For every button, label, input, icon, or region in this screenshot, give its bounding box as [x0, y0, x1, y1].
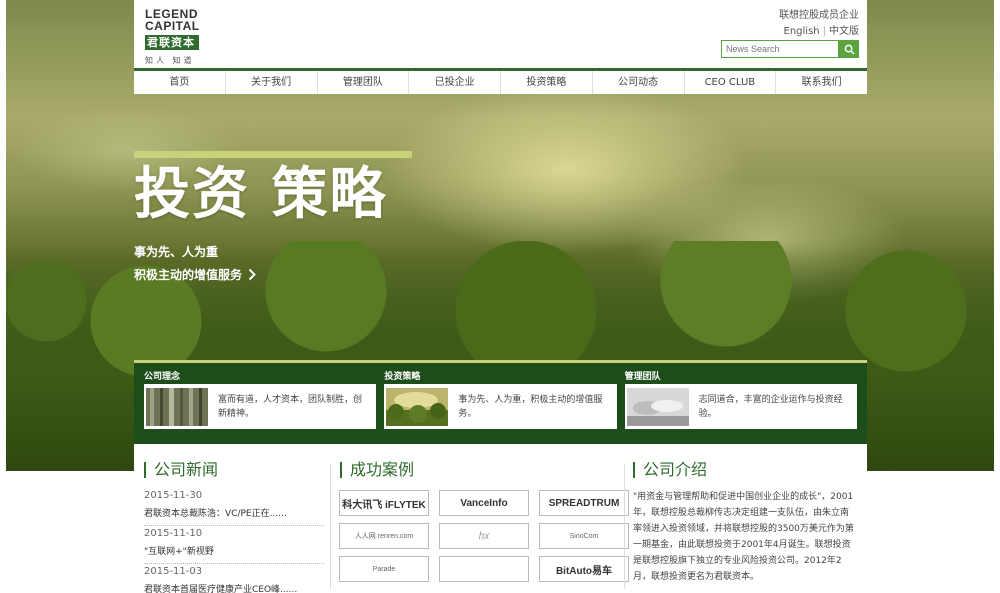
intro-section-title[interactable]: 公司介绍 [633, 462, 707, 478]
case-logo-unlabeled[interactable] [439, 556, 529, 582]
nav-strategy[interactable]: 投资策略 [501, 71, 593, 94]
feature-card-body: 富而有道，人才资本，团队制胜，创新精神。 [144, 384, 377, 429]
search-icon [844, 44, 855, 55]
forest-thumbnail [386, 387, 449, 426]
nav-contact[interactable]: 联系我们 [776, 71, 867, 94]
hero-accent-bar [134, 151, 412, 158]
feature-strip: 公司理念 富而有道，人才资本，团队制胜，创新精神。 投资策略 事为先、人为重，积… [134, 360, 867, 444]
news-date: 2015-11-03 [144, 566, 203, 577]
hero-title: 投资 策略 [134, 162, 388, 227]
chevron-right-icon [248, 268, 256, 281]
case-logo-bitauto[interactable]: BitAuto易车 [539, 556, 629, 582]
column-divider [624, 464, 625, 589]
hero-more-label: 积极主动的增值服务 [134, 268, 243, 282]
member-text: 联想控股成员企业 [779, 10, 859, 21]
search-button[interactable] [839, 40, 859, 58]
legend-capital-logo[interactable]: LEGEND CAPITAL 君联资本 知人 知道 [145, 8, 199, 66]
content-section: 公司新闻 2015-11-30 君联资本总裁陈浩：VC/PE正在...... 2… [134, 444, 867, 593]
logo-slogan: 知人 知道 [145, 56, 195, 65]
feature-card-title: 公司理念 [144, 372, 181, 382]
lang-chinese-link[interactable]: 中文版 [829, 26, 859, 37]
news-date: 2015-11-10 [144, 528, 203, 539]
feature-card-body: 志同道合，丰富的企业运作与投资经验。 [624, 384, 857, 429]
feature-card-philosophy[interactable]: 公司理念 富而有道，人才资本，团队制胜，创新精神。 [144, 363, 377, 444]
nav-home[interactable]: 首页 [134, 71, 226, 94]
news-headline: "互联网+"新视野 [144, 547, 214, 557]
logo-line2: CAPITAL [145, 19, 200, 33]
feature-card-text: 富而有道，人才资本，团队制胜，创新精神。 [218, 394, 363, 419]
feature-card-title: 管理团队 [624, 372, 661, 382]
case-logo-renren[interactable]: 人人网 renren.com [339, 523, 429, 549]
hero-more-link[interactable]: 积极主动的增值服务 [134, 266, 256, 283]
news-list: 2015-11-30 君联资本总裁陈浩：VC/PE正在...... 2015-1… [144, 488, 324, 593]
feature-card-text: 事为先、人为重，积极主动的增值服务。 [458, 394, 603, 419]
case-logo-hx[interactable]: hx [439, 523, 529, 549]
news-search [721, 40, 859, 58]
news-headline: 君联资本首届医疗健康产业CEO峰...... [144, 585, 298, 593]
feature-card-strategy[interactable]: 投资策略 事为先、人为重，积极主动的增值服务。 [384, 363, 617, 444]
case-logo-iflytek[interactable]: 科大讯飞 iFLYTEK [339, 490, 429, 516]
nav-news[interactable]: 公司动态 [593, 71, 685, 94]
cases-section-title[interactable]: 成功案例 [340, 462, 414, 478]
lang-separator: | [822, 26, 826, 37]
site-header: LEGEND CAPITAL 君联资本 知人 知道 联想控股成员企业 Engli… [134, 0, 867, 68]
case-logo-vanceinfo[interactable]: VanceInfo [439, 490, 529, 516]
news-date: 2015-11-30 [144, 490, 203, 501]
nav-about[interactable]: 关于我们 [226, 71, 318, 94]
feature-card-team[interactable]: 管理团队 志同道合，丰富的企业运作与投资经验。 [624, 363, 857, 444]
lang-english-link[interactable]: English [784, 26, 820, 37]
nav-portfolio[interactable]: 已投企业 [409, 71, 501, 94]
nav-team[interactable]: 管理团队 [318, 71, 410, 94]
main-nav: 首页 关于我们 管理团队 已投企业 投资策略 公司动态 CEO CLUB 联系我… [134, 68, 867, 94]
case-logo-parade[interactable]: Parade [339, 556, 429, 582]
news-item[interactable]: 2015-11-10 "互联网+"新视野 [144, 526, 324, 564]
case-logo-sinocom[interactable]: SinoCom [539, 523, 629, 549]
logo-cn-name: 君联资本 [145, 35, 199, 50]
feature-card-body: 事为先、人为重，积极主动的增值服务。 [384, 384, 617, 429]
language-switcher: English | 中文版 [784, 22, 859, 37]
feature-card-text: 志同道合，丰富的企业运作与投资经验。 [698, 394, 843, 419]
news-search-input[interactable] [721, 40, 839, 58]
handshake-thumbnail [626, 387, 689, 426]
bamboo-thumbnail [146, 387, 208, 426]
column-divider [330, 464, 331, 589]
hero-subtitle: 事为先、人为重 [134, 245, 219, 259]
company-intro-text: "用资金与管理帮助和促进中国创业企业的成长"，2001年，联想控股总裁柳传志决定… [633, 492, 854, 582]
case-logo-grid: 科大讯飞 iFLYTEK VanceInfo SPREADTRUM 人人网 re… [339, 490, 629, 582]
news-section-title[interactable]: 公司新闻 [144, 462, 218, 478]
case-logo-spreadtrum[interactable]: SPREADTRUM [539, 490, 629, 516]
news-item[interactable]: 2015-11-30 君联资本总裁陈浩：VC/PE正在...... [144, 488, 324, 526]
news-item[interactable]: 2015-11-03 君联资本首届医疗健康产业CEO峰...... [144, 564, 324, 593]
nav-ceo-club[interactable]: CEO CLUB [685, 71, 777, 94]
feature-card-title: 投资策略 [384, 372, 421, 382]
news-headline: 君联资本总裁陈浩：VC/PE正在...... [144, 509, 287, 519]
